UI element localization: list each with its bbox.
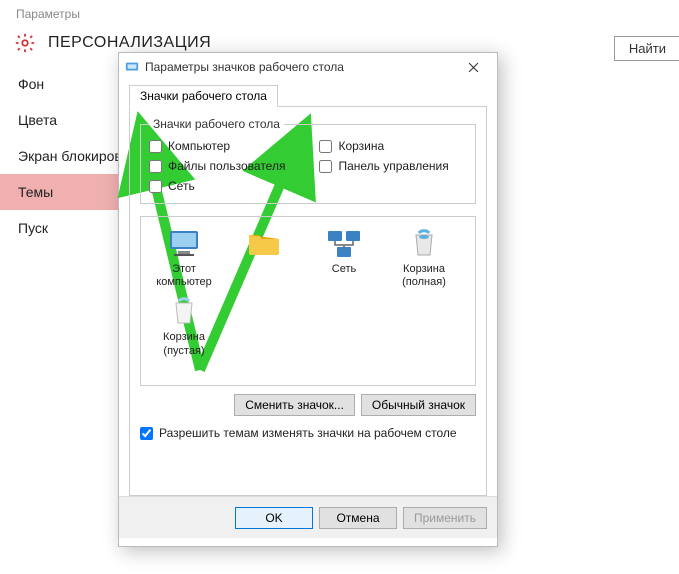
gear-icon bbox=[14, 32, 36, 54]
close-button[interactable] bbox=[455, 56, 491, 78]
apply-button[interactable]: Применить bbox=[403, 507, 487, 529]
default-icon-button[interactable]: Обычный значок bbox=[361, 394, 476, 416]
group-desktop-icons: Значки рабочего стола Компьютер Файлы по… bbox=[140, 117, 476, 204]
folder-icon bbox=[246, 227, 282, 259]
dialog-titlebar: Параметры значков рабочего стола bbox=[119, 53, 497, 81]
network-icon bbox=[326, 227, 362, 259]
tab-desktop-icons[interactable]: Значки рабочего стола bbox=[129, 85, 278, 107]
page-title: ПЕРСОНАЛИЗАЦИЯ bbox=[48, 34, 211, 52]
icon-recycle-full[interactable]: Корзина (полная) bbox=[385, 227, 463, 289]
computer-icon bbox=[166, 227, 202, 259]
checkbox-allow-themes[interactable]: Разрешить темам изменять значки на рабоч… bbox=[140, 426, 476, 440]
recycle-empty-icon bbox=[166, 295, 202, 327]
icon-recycle-empty[interactable]: Корзина (пустая) bbox=[145, 295, 223, 357]
group-title: Значки рабочего стола bbox=[149, 117, 284, 131]
checkbox-userfiles[interactable]: Файлы пользователя bbox=[149, 159, 285, 173]
checkbox-recycle[interactable]: Корзина bbox=[319, 139, 448, 153]
icon-preview-area: Этот компьютер Сеть Корзина (полная) Кор… bbox=[140, 216, 476, 386]
settings-titlebar: Параметры bbox=[0, 0, 679, 28]
settings-app-name: Параметры bbox=[16, 7, 80, 21]
tab-page: Значки рабочего стола Компьютер Файлы по… bbox=[129, 106, 487, 496]
change-icon-button[interactable]: Сменить значок... bbox=[234, 394, 355, 416]
checkbox-network[interactable]: Сеть bbox=[149, 179, 285, 193]
dialog-icon bbox=[125, 60, 139, 74]
icon-this-pc[interactable]: Этот компьютер bbox=[145, 227, 223, 289]
checkbox-computer[interactable]: Компьютер bbox=[149, 139, 285, 153]
ok-button[interactable]: OK bbox=[235, 507, 313, 529]
icon-network[interactable]: Сеть bbox=[305, 227, 383, 289]
dialog-footer: OK Отмена Применить bbox=[119, 496, 497, 538]
dialog-title: Параметры значков рабочего стола bbox=[145, 60, 344, 74]
icon-userfiles[interactable] bbox=[225, 227, 303, 289]
checkbox-cpanel[interactable]: Панель управления bbox=[319, 159, 448, 173]
find-button[interactable]: Найти bbox=[614, 36, 679, 61]
desktop-icons-dialog: Параметры значков рабочего стола Значки … bbox=[118, 52, 498, 547]
cancel-button[interactable]: Отмена bbox=[319, 507, 397, 529]
recycle-full-icon bbox=[406, 227, 442, 259]
